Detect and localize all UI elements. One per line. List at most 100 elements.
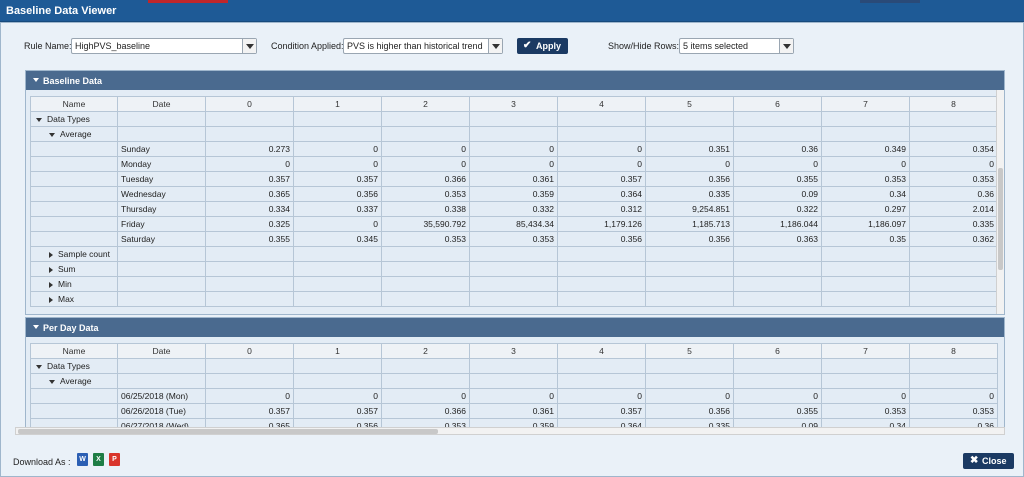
scrollbar-thumb[interactable]	[18, 429, 438, 434]
name-cell	[30, 186, 118, 202]
table-row: Monday 0 0 0 0 0 0 0 0 0	[30, 156, 998, 172]
empty-cell	[293, 291, 382, 307]
empty-cell	[909, 111, 998, 127]
tree-node-cell[interactable]: Sample count	[30, 246, 118, 262]
apply-button[interactable]: ✔ Apply	[517, 38, 568, 54]
caret-down-icon[interactable]	[36, 364, 42, 369]
tree-node-cell[interactable]: Average	[30, 126, 118, 142]
value-cell: 9,254.851	[645, 201, 734, 217]
baseline-panel-header[interactable]: Baseline Data	[26, 71, 1004, 90]
caret-down-icon[interactable]	[36, 117, 42, 122]
tree-node-cell[interactable]: Data Types	[30, 358, 118, 374]
value-cell: 0.355	[733, 403, 822, 419]
column-header[interactable]: 2	[381, 343, 470, 359]
column-header[interactable]: 0	[205, 96, 294, 112]
column-header[interactable]: 4	[557, 96, 646, 112]
empty-cell	[293, 373, 382, 389]
empty-cell	[821, 291, 910, 307]
value-cell: 0	[821, 388, 910, 404]
close-button[interactable]: ✖ Close	[963, 453, 1014, 469]
column-header[interactable]: Date	[117, 343, 206, 359]
value-cell: 0	[645, 388, 734, 404]
rule-name-select[interactable]: HighPVS_baseline	[71, 38, 257, 54]
tree-node-cell[interactable]: Average	[30, 373, 118, 389]
empty-cell	[645, 276, 734, 292]
caret-down-icon[interactable]	[49, 379, 55, 384]
empty-cell	[909, 126, 998, 142]
chevron-down-icon[interactable]	[242, 39, 256, 53]
empty-cell	[469, 246, 558, 262]
empty-cell	[381, 261, 470, 277]
column-header[interactable]: 8	[909, 96, 998, 112]
value-cell: 0	[293, 156, 382, 172]
empty-cell	[469, 358, 558, 374]
column-header[interactable]: Name	[30, 96, 118, 112]
excel-export-icon[interactable]: X	[93, 453, 104, 466]
pdf-export-icon[interactable]: P	[109, 453, 120, 466]
column-header[interactable]: 4	[557, 343, 646, 359]
toolbar: Rule Name: HighPVS_baseline Condition Ap…	[1, 23, 1023, 69]
value-cell: 0.353	[469, 231, 558, 247]
empty-cell	[205, 111, 294, 127]
column-header[interactable]: 7	[821, 343, 910, 359]
value-cell: 0	[293, 141, 382, 157]
column-header[interactable]: 2	[381, 96, 470, 112]
column-header[interactable]: 6	[733, 96, 822, 112]
baseline-vertical-scrollbar[interactable]	[996, 90, 1004, 314]
tree-node-cell[interactable]: Data Types	[30, 111, 118, 127]
caret-right-icon[interactable]	[49, 251, 53, 258]
tree-row-collapsed-group[interactable]: Max	[30, 291, 998, 307]
column-header[interactable]: 0	[205, 343, 294, 359]
caret-right-icon[interactable]	[49, 266, 53, 273]
tree-row-average[interactable]: Average	[30, 373, 998, 389]
chevron-down-icon[interactable]	[488, 39, 502, 53]
scrollbar-thumb[interactable]	[998, 168, 1003, 270]
caret-down-icon[interactable]	[49, 132, 55, 137]
column-header[interactable]: 7	[821, 96, 910, 112]
tree-node-label: Max	[58, 294, 75, 304]
dialog-body: Rule Name: HighPVS_baseline Condition Ap…	[0, 22, 1024, 477]
baseline-panel: Baseline Data Name Date 0 1 2 3 4 5 6 7 8 Data Typ…	[25, 70, 1005, 315]
tree-row-average[interactable]: Average	[30, 126, 998, 142]
tree-row-data-types[interactable]: Data Types	[30, 358, 998, 374]
tree-row-collapsed-group[interactable]: Sample count	[30, 246, 998, 262]
column-header[interactable]: 3	[469, 343, 558, 359]
value-cell: 0	[645, 156, 734, 172]
value-cell: 0	[293, 388, 382, 404]
condition-value: PVS is higher than historical trend	[347, 41, 483, 51]
empty-cell	[557, 373, 646, 389]
empty-cell	[293, 126, 382, 142]
caret-right-icon[interactable]	[49, 296, 53, 303]
condition-select[interactable]: PVS is higher than historical trend	[343, 38, 503, 54]
column-header[interactable]: 6	[733, 343, 822, 359]
empty-cell	[909, 358, 998, 374]
column-header[interactable]: Date	[117, 96, 206, 112]
value-cell: 0	[293, 216, 382, 232]
caret-down-icon	[33, 325, 39, 329]
tree-node-cell[interactable]: Sum	[30, 261, 118, 277]
tree-node-cell[interactable]: Min	[30, 276, 118, 292]
perday-panel-header[interactable]: Per Day Data	[26, 318, 1004, 337]
column-header[interactable]: Name	[30, 343, 118, 359]
value-cell: 0	[469, 141, 558, 157]
value-cell: 0.351	[645, 141, 734, 157]
showhide-select[interactable]: 5 items selected	[679, 38, 794, 54]
tree-row-data-types[interactable]: Data Types	[30, 111, 998, 127]
tree-row-collapsed-group[interactable]: Sum	[30, 261, 998, 277]
value-cell: 0.335	[645, 186, 734, 202]
word-export-icon[interactable]: W	[77, 453, 88, 466]
column-header[interactable]: 1	[293, 343, 382, 359]
tree-node-cell[interactable]: Max	[30, 291, 118, 307]
value-cell: 0.355	[205, 231, 294, 247]
column-header[interactable]: 5	[645, 343, 734, 359]
column-header[interactable]: 8	[909, 343, 998, 359]
column-header[interactable]: 3	[469, 96, 558, 112]
column-header[interactable]: 5	[645, 96, 734, 112]
column-header[interactable]: 1	[293, 96, 382, 112]
tree-row-collapsed-group[interactable]: Min	[30, 276, 998, 292]
chevron-down-icon[interactable]	[779, 39, 793, 53]
empty-cell	[645, 111, 734, 127]
horizontal-scrollbar[interactable]	[15, 427, 1005, 435]
caret-right-icon[interactable]	[49, 281, 53, 288]
empty-cell	[557, 358, 646, 374]
